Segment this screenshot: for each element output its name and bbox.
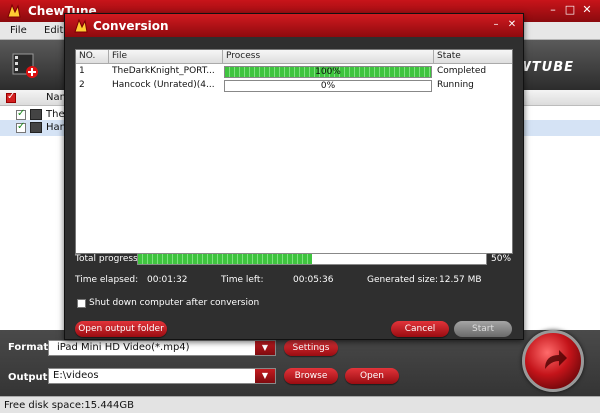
row-file-name: TheDarkKnight_PORT...	[112, 66, 215, 76]
minimize-icon[interactable]: –	[546, 3, 560, 17]
column-header-file: File	[112, 51, 128, 61]
close-icon[interactable]: ✕	[580, 3, 594, 17]
output-path-value: E:\videos	[53, 370, 99, 381]
dialog-title: Conversion	[93, 19, 169, 33]
column-header-state: State	[437, 51, 461, 61]
conversion-task-table: NO. File Process State 1 TheDarkKnight_P…	[75, 49, 513, 254]
format-label: Format:	[8, 342, 53, 353]
menu-file[interactable]: File	[10, 25, 27, 36]
cancel-button[interactable]: Cancel	[391, 321, 449, 337]
time-elapsed-value: 00:01:32	[147, 275, 188, 285]
item-checkbox[interactable]	[16, 108, 26, 120]
row-number: 1	[79, 66, 85, 76]
convert-arrow-icon	[545, 350, 567, 369]
close-icon[interactable]: ✕	[506, 19, 518, 31]
table-header: NO. File Process State	[76, 50, 512, 64]
row-progress-bar: 100%	[224, 66, 432, 78]
format-select[interactable]: iPad Mini HD Video(*.mp4) ▼	[48, 340, 276, 356]
add-video-icon[interactable]	[10, 50, 40, 80]
open-button[interactable]: Open	[345, 368, 399, 384]
item-name: Han	[46, 122, 66, 133]
item-checkbox[interactable]	[16, 121, 26, 133]
column-header-process: Process	[226, 51, 261, 61]
time-left-value: 00:05:36	[293, 275, 334, 285]
time-elapsed-label: Time elapsed:	[75, 275, 139, 285]
row-state: Completed	[437, 66, 487, 76]
shutdown-checkbox[interactable]	[77, 299, 86, 308]
start-button[interactable]: Start	[454, 321, 512, 337]
output-label: Output:	[8, 372, 52, 383]
dialog-button-bar: Open output folder Cancel Start	[65, 319, 523, 339]
conversion-dialog: Conversion – ✕ NO. File Process State 1 …	[64, 13, 524, 340]
generated-size-value: 12.57 MB	[439, 275, 482, 285]
app-logo-icon	[7, 3, 21, 18]
table-row[interactable]: 1 TheDarkKnight_PORT... 100% Completed	[76, 65, 512, 79]
video-thumbnail-icon	[30, 122, 42, 133]
total-progress-percent: 50%	[491, 254, 512, 264]
video-thumbnail-icon	[30, 109, 42, 120]
open-output-folder-button[interactable]: Open output folder	[75, 321, 167, 337]
free-disk-space: Free disk space:15.444GB	[4, 400, 135, 411]
app-logo-icon	[74, 18, 88, 33]
format-value: iPad Mini HD Video(*.mp4)	[57, 342, 190, 353]
generated-size-label: Generated size:	[367, 275, 439, 285]
column-header-no: NO.	[79, 51, 96, 61]
minimize-icon[interactable]: –	[490, 19, 502, 31]
time-left-label: Time left:	[221, 275, 264, 285]
row-progress-bar: 0%	[224, 80, 432, 92]
total-progress-row: Total progress: 50%	[75, 252, 513, 266]
status-bar: Free disk space:15.444GB	[0, 396, 600, 413]
menu-edit[interactable]: Edit	[44, 25, 63, 36]
output-path-field[interactable]: E:\videos ▼	[48, 368, 276, 384]
row-number: 2	[79, 80, 85, 90]
convert-button[interactable]	[522, 330, 584, 392]
row-progress-text: 100%	[315, 67, 341, 77]
select-all-checkbox[interactable]	[6, 91, 16, 103]
row-state: Running	[437, 80, 474, 90]
total-progress-label: Total progress:	[75, 254, 141, 264]
browse-button[interactable]: Browse	[284, 368, 338, 384]
table-row[interactable]: 2 Hancock (Unrated)(4... 0% Running	[76, 79, 512, 93]
shutdown-label[interactable]: Shut down computer after conversion	[89, 298, 259, 308]
row-progress-text: 0%	[320, 81, 336, 91]
output-settings-panel: Format: iPad Mini HD Video(*.mp4) ▼ Sett…	[0, 330, 600, 400]
maximize-icon[interactable]: □	[563, 3, 577, 17]
row-file-name: Hancock (Unrated)(4...	[112, 80, 215, 90]
chevron-down-icon[interactable]: ▼	[255, 369, 275, 383]
settings-button[interactable]: Settings	[284, 340, 338, 356]
chevron-down-icon[interactable]: ▼	[255, 341, 275, 355]
item-name: The	[46, 109, 65, 120]
total-progress-bar	[137, 253, 487, 265]
dialog-title-bar: Conversion – ✕	[65, 14, 523, 37]
